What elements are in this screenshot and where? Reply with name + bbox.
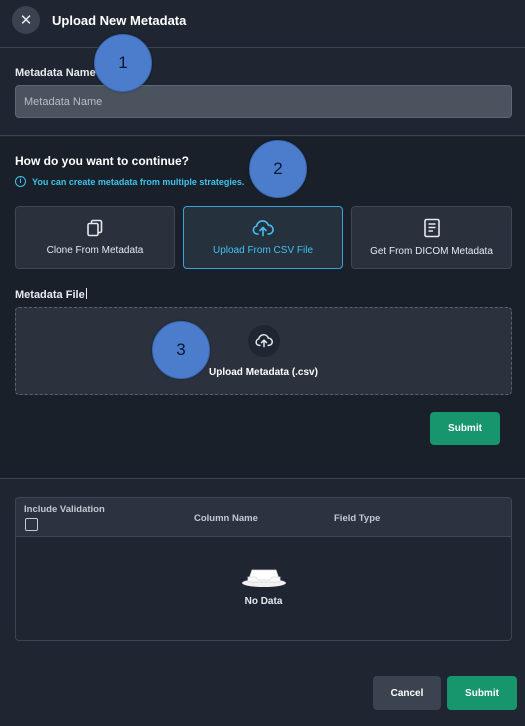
option-clone-from-metadata[interactable]: Clone From Metadata <box>15 206 175 269</box>
option-label: Get From DICOM Metadata <box>370 246 493 257</box>
document-icon <box>423 218 440 238</box>
metadata-name-input[interactable] <box>15 85 512 118</box>
upload-button[interactable] <box>247 324 280 357</box>
column-header-field-type: Field Type <box>334 513 381 524</box>
include-validation-checkbox[interactable] <box>25 518 38 531</box>
option-upload-from-csv[interactable]: Upload From CSV File <box>183 206 343 269</box>
option-get-from-dicom[interactable]: Get From DICOM Metadata <box>351 206 512 269</box>
option-label: Upload From CSV File <box>212 245 314 256</box>
dialog-header: ✕ Upload New Metadata <box>0 0 525 48</box>
step-marker-2: 2 <box>249 140 307 198</box>
info-icon: i <box>15 176 26 187</box>
strategy-hint-text: You can create metadata from multiple st… <box>32 176 245 187</box>
submit-button[interactable]: Submit <box>447 676 517 710</box>
column-header-include-validation: Include Validation <box>24 504 105 515</box>
columns-section: Include Validation Column Name Field Typ… <box>0 480 525 726</box>
empty-state: No Data <box>16 558 511 607</box>
step-marker-1: 1 <box>94 34 152 92</box>
upload-submit-button[interactable]: Submit <box>430 412 500 445</box>
columns-table: Include Validation Column Name Field Typ… <box>15 497 512 641</box>
metadata-file-label-text: Metadata File <box>15 289 85 301</box>
empty-inbox-icon <box>241 561 286 587</box>
dropzone-label: Upload Metadata (.csv) <box>209 366 318 378</box>
metadata-name-section: Metadata Name <box>0 50 525 136</box>
dialog-title: Upload New Metadata <box>52 13 187 28</box>
step-marker-3: 3 <box>152 321 210 379</box>
column-header-column-name: Column Name <box>194 513 258 524</box>
empty-state-text: No Data <box>244 596 283 607</box>
option-label: Clone From Metadata <box>46 245 144 256</box>
strategy-question: How do you want to continue? <box>15 154 189 168</box>
strategy-hint: i You can create metadata from multiple … <box>15 176 244 187</box>
cancel-button[interactable]: Cancel <box>373 676 441 710</box>
table-header: Include Validation Column Name Field Typ… <box>16 498 511 537</box>
copy-icon <box>87 219 103 237</box>
cloud-upload-icon <box>254 333 273 348</box>
cloud-upload-icon <box>252 220 274 237</box>
close-icon: ✕ <box>19 12 33 29</box>
close-button[interactable]: ✕ <box>12 6 40 34</box>
file-dropzone[interactable]: Upload Metadata (.csv) <box>15 307 512 395</box>
metadata-name-label: Metadata Name <box>15 67 96 79</box>
metadata-file-label: Metadata File <box>15 288 87 301</box>
text-caret <box>85 288 87 299</box>
